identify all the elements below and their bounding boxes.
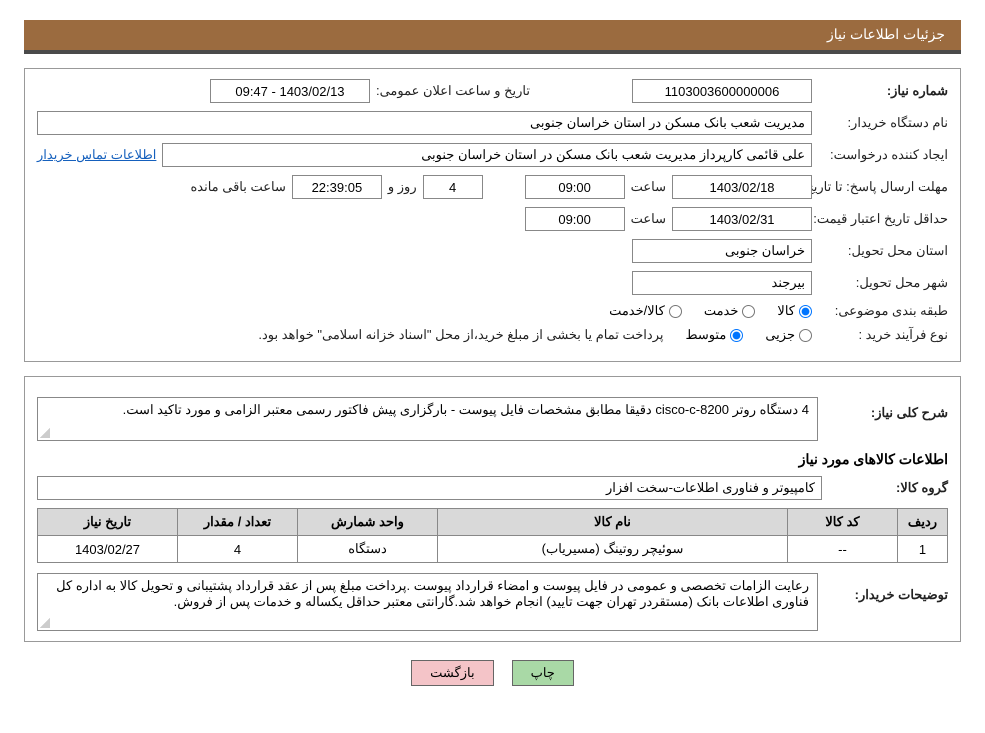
reply-time-field: 09:00 (525, 175, 625, 199)
back-button[interactable]: بازگشت (411, 660, 493, 686)
delivery-province-label: استان محل تحویل: (818, 243, 948, 259)
price-date-field: 1403/02/31 (672, 207, 812, 231)
reply-date-field: 1403/02/18 (672, 175, 812, 199)
days-remaining-field: 4 (423, 175, 483, 199)
buyer-org-field: مدیریت شعب بانک مسکن در استان خراسان جنو… (37, 111, 812, 135)
page-header: جزئیات اطلاعات نیاز (24, 20, 961, 54)
cell-name: سوئیچر روتینگ (مسیریاب) (438, 536, 788, 563)
time-label-2: ساعت (631, 211, 666, 227)
resize-grip-icon (40, 428, 50, 438)
price-validity-label: حداقل تاریخ اعتبار قیمت: تا تاریخ: (788, 211, 948, 227)
classification-label: طبقه بندی موضوعی: (818, 303, 948, 319)
th-row: ردیف (898, 509, 948, 536)
th-date: تاریخ نیاز (38, 509, 178, 536)
requester-field: علی قائمی کارپرداز مدیریت شعب بانک مسکن … (162, 143, 812, 167)
group-label: گروه کالا: (828, 480, 948, 496)
th-code: کد کالا (788, 509, 898, 536)
announce-value: 1403/02/13 - 09:47 (210, 79, 370, 103)
summary-label: شرح کلی نیاز: (828, 397, 948, 421)
reply-deadline-label: مهلت ارسال پاسخ: تا تاریخ: (818, 179, 948, 195)
th-name: نام کالا (438, 509, 788, 536)
remaining-label: ساعت باقی مانده (190, 179, 285, 195)
items-section-title: اطلاعات کالاهای مورد نیاز (37, 451, 948, 468)
delivery-city-field: بیرجند (632, 271, 812, 295)
buyer-desc-label: توضیحات خریدار: (828, 573, 948, 603)
days-label: روز و (388, 179, 417, 195)
radio-minor[interactable]: جزیی (765, 327, 812, 343)
cell-row: 1 (898, 536, 948, 563)
radio-service[interactable]: خدمت (704, 303, 756, 319)
th-qty: تعداد / مقدار (178, 509, 298, 536)
buyer-org-label: نام دستگاه خریدار: (818, 115, 948, 131)
time-label-1: ساعت (631, 179, 666, 195)
contact-link[interactable]: اطلاعات تماس خریدار (37, 147, 156, 163)
print-button[interactable]: چاپ (512, 660, 574, 686)
purchase-type-label: نوع فرآیند خرید : (818, 327, 948, 343)
purchase-note: پرداخت تمام یا بخشی از مبلغ خرید،از محل … (258, 327, 663, 343)
radio-medium[interactable]: متوسط (685, 327, 743, 343)
button-row: چاپ بازگشت (24, 660, 961, 686)
cell-qty: 4 (178, 536, 298, 563)
need-number-field: 1103003600000006 (632, 79, 812, 103)
th-unit: واحد شمارش (298, 509, 438, 536)
delivery-province-field: خراسان جنوبی (632, 239, 812, 263)
info-panel: شماره نیاز: 1103003600000006 تاریخ و ساع… (24, 68, 961, 362)
buyer-desc-field: رعایت الزامات تخصصی و عمومی در فایل پیوس… (37, 573, 818, 631)
summary-field: 4 دستگاه روتر cisco-c-8200 دقیقا مطابق م… (37, 397, 818, 441)
table-row: 1 -- سوئیچر روتینگ (مسیریاب) دستگاه 4 14… (38, 536, 948, 563)
need-number-label: شماره نیاز: (818, 83, 948, 99)
cell-unit: دستگاه (298, 536, 438, 563)
announce-label: تاریخ و ساعت اعلان عمومی: (376, 83, 530, 99)
resize-grip-icon (40, 618, 50, 628)
group-field: کامپیوتر و فناوری اطلاعات-سخت افزار (37, 476, 822, 500)
items-table: ردیف کد کالا نام کالا واحد شمارش تعداد /… (37, 508, 948, 563)
requester-label: ایجاد کننده درخواست: (818, 147, 948, 163)
cell-code: -- (788, 536, 898, 563)
countdown-field: 22:39:05 (292, 175, 382, 199)
cell-date: 1403/02/27 (38, 536, 178, 563)
price-time-field: 09:00 (525, 207, 625, 231)
radio-goods-service[interactable]: کالا/خدمت (609, 303, 682, 319)
radio-goods[interactable]: کالا (777, 303, 812, 319)
page-title: جزئیات اطلاعات نیاز (827, 26, 945, 42)
detail-panel: شرح کلی نیاز: 4 دستگاه روتر cisco-c-8200… (24, 376, 961, 642)
delivery-city-label: شهر محل تحویل: (818, 275, 948, 291)
